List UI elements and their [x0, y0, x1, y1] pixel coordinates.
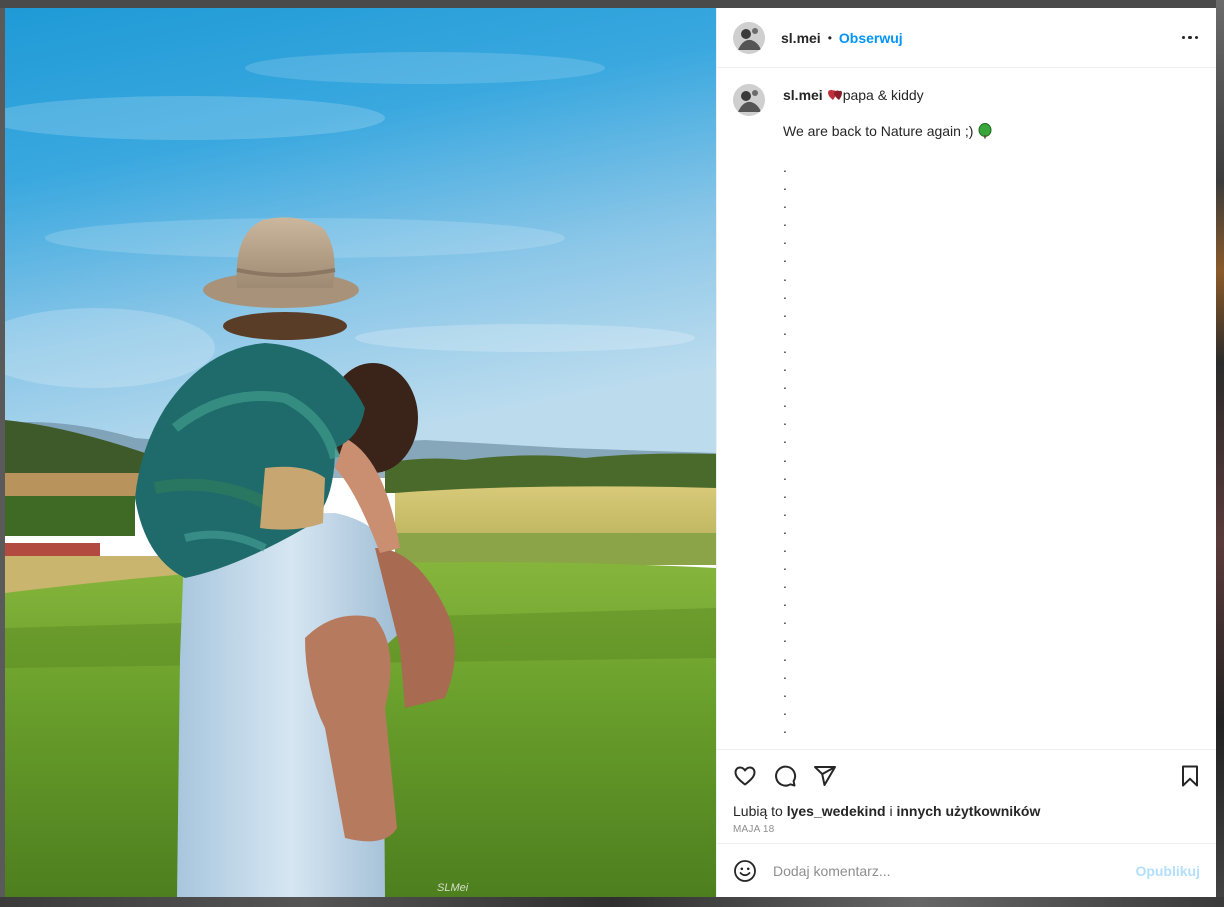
more-options-icon[interactable] [1178, 26, 1202, 50]
backdrop-right [1216, 0, 1224, 907]
likes-others[interactable]: innych użytkowników [896, 803, 1040, 819]
likes-user[interactable]: lyes_wedekind [787, 803, 886, 819]
header-username[interactable]: sl.mei [781, 30, 821, 46]
emoji-icon[interactable] [733, 859, 757, 883]
likes-joiner: i [889, 803, 893, 819]
post-date[interactable]: MAJA 18 [733, 824, 1200, 835]
hearts-emoji-icon [827, 87, 843, 103]
heart-icon[interactable] [733, 764, 757, 788]
caption-line-2-text: We are back to Nature again ;) [783, 123, 974, 139]
comments-area: sl.mei papa & kiddy We are back to Nature… [717, 68, 1216, 749]
share-icon[interactable] [813, 764, 837, 788]
caption-username[interactable]: sl.mei [783, 87, 823, 103]
caption-line-2: We are back to Nature again ;) [783, 122, 993, 140]
caption-body: sl.mei papa & kiddy We are back to Nature… [783, 84, 993, 749]
caption-dots: . . . . . . . . . . . . . . . . . . . . … [783, 159, 787, 749]
photo-watermark: SLMei [437, 882, 469, 894]
post-header: sl.mei • Obserwuj [717, 8, 1216, 68]
post-photo[interactable]: SLMei [5, 8, 716, 897]
caption: sl.mei papa & kiddy We are back to Nature… [733, 84, 1200, 749]
backdrop-bottom [0, 897, 1224, 907]
likes-prefix: Lubią to [733, 803, 783, 819]
post-side-panel: sl.mei • Obserwuj sl.mei papa & kiddy We… [716, 8, 1216, 897]
comment-icon[interactable] [773, 764, 797, 788]
header-separator: • [827, 30, 832, 45]
tree-emoji-icon [977, 123, 993, 139]
backdrop [0, 0, 1224, 8]
action-bar [717, 749, 1216, 801]
follow-button[interactable]: Obserwuj [839, 30, 903, 46]
caption-avatar[interactable] [733, 84, 765, 116]
bookmark-icon[interactable] [1178, 764, 1202, 788]
likes-section: Lubią to lyes_wedekind i innych użytkown… [717, 801, 1216, 843]
post-modal: SLMei sl.mei • Obserwuj sl.mei papa & ki… [5, 8, 1216, 897]
comment-box: Opublikuj [717, 843, 1216, 897]
avatar[interactable] [733, 21, 765, 54]
likes-line: Lubią to lyes_wedekind i innych użytkown… [733, 803, 1200, 819]
caption-text: papa & kiddy [842, 87, 924, 103]
comment-input[interactable] [773, 862, 1136, 879]
publish-button[interactable]: Opublikuj [1135, 863, 1200, 879]
